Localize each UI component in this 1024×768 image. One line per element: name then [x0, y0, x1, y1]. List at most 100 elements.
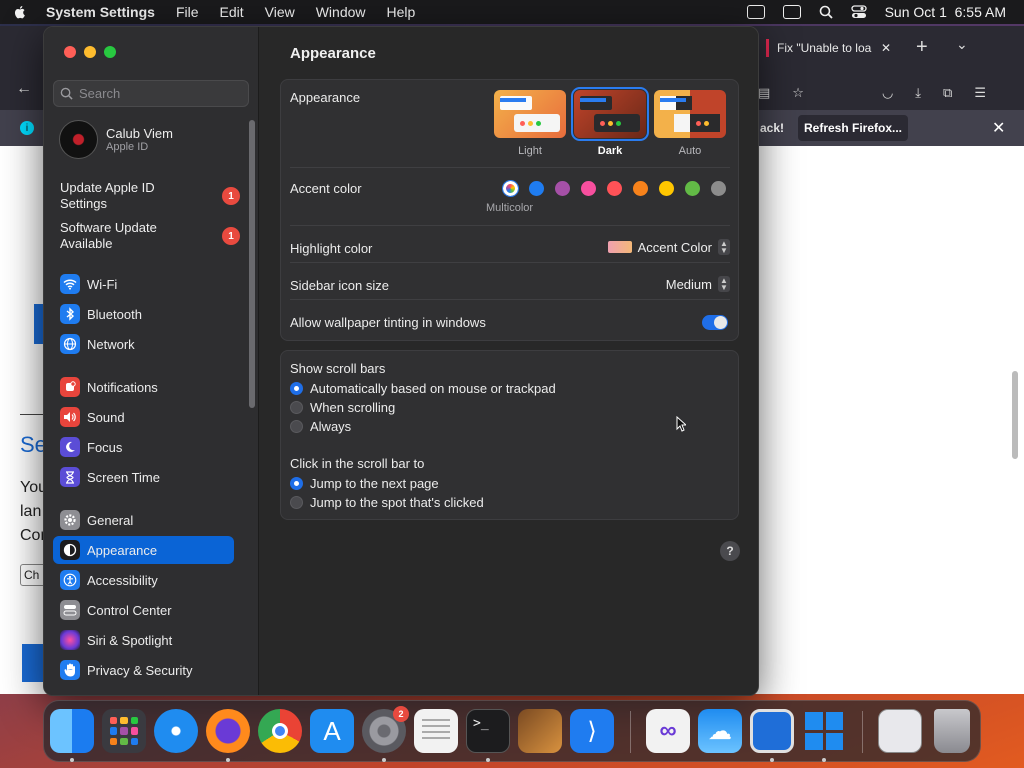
sidebar-search[interactable]	[53, 80, 249, 107]
hamburger-menu-icon[interactable]: ☰	[974, 85, 986, 101]
accent-pink[interactable]	[581, 181, 596, 196]
new-tab-icon[interactable]: +	[916, 36, 928, 59]
refresh-firefox-button[interactable]: Refresh Firefox...	[798, 115, 908, 141]
accent-orange[interactable]	[633, 181, 648, 196]
accent-multicolor[interactable]	[502, 180, 519, 197]
app-store-icon[interactable]: A	[310, 709, 354, 753]
spotlight-search-icon[interactable]	[819, 5, 833, 19]
firefox-icon[interactable]	[206, 709, 250, 753]
sidebar-item-software-update[interactable]: Software Update Available 1	[60, 220, 240, 252]
accent-purple[interactable]	[555, 181, 570, 196]
radio-button[interactable]	[290, 382, 303, 395]
downloads-stack-icon[interactable]	[878, 709, 922, 753]
wallpaper-tinting-toggle[interactable]	[702, 315, 728, 330]
close-notice-icon[interactable]: ✕	[992, 118, 1005, 138]
sidebar-icon-size-popup[interactable]: Medium ▲ ▼	[666, 276, 730, 292]
theme-option-dark[interactable]: Dark	[571, 87, 649, 157]
scroll-bars-option-auto[interactable]: Automatically based on mouse or trackpad	[290, 381, 556, 396]
chrome-icon[interactable]	[258, 709, 302, 753]
theme-label-auto: Auto	[678, 145, 702, 157]
trash-icon[interactable]	[934, 709, 970, 753]
zoom-window-button[interactable]	[104, 46, 116, 58]
apple-menu-icon[interactable]	[12, 4, 28, 20]
close-window-button[interactable]	[64, 46, 76, 58]
sidebar-item-focus[interactable]: Focus	[53, 433, 234, 461]
tab-close-icon[interactable]: ✕	[881, 41, 891, 55]
sidebar-scrollbar[interactable]	[249, 120, 255, 408]
tab-list-chevron-icon[interactable]: ⌄	[956, 36, 968, 53]
accent-yellow[interactable]	[659, 181, 674, 196]
menu-bar: System Settings File Edit View Window He…	[0, 0, 1024, 24]
cloud-app-icon[interactable]: ☁	[698, 709, 742, 753]
firefox-tab[interactable]: Fix "Unable to loa ✕	[758, 34, 898, 62]
scroll-bars-option-always[interactable]: Always	[290, 419, 351, 434]
menu-window[interactable]: Window	[316, 4, 366, 20]
menu-view[interactable]: View	[265, 4, 295, 20]
click-scroll-option-spot[interactable]: Jump to the spot that's clicked	[290, 495, 484, 510]
finder-icon[interactable]	[50, 709, 94, 753]
back-arrow-icon[interactable]: ←	[16, 80, 32, 98]
accent-blue[interactable]	[529, 181, 544, 196]
downloads-icon[interactable]: ⤓	[915, 85, 921, 101]
minimize-window-button[interactable]	[84, 46, 96, 58]
menu-file[interactable]: File	[176, 4, 199, 20]
control-center-menu-icon[interactable]	[850, 5, 867, 19]
sidebar-item-notifications[interactable]: Notifications	[53, 373, 234, 401]
sidebar-item-accessibility[interactable]: Accessibility	[53, 566, 234, 594]
divider	[290, 167, 730, 168]
radio-button[interactable]	[290, 477, 303, 490]
click-scroll-option-next-page[interactable]: Jump to the next page	[290, 476, 439, 491]
software-update-label: Software Update Available	[60, 220, 157, 251]
sidebar-item-network[interactable]: Network	[53, 330, 234, 358]
firefox-toolbar-icons: ▤ ☆ ◡ ⤓ ⧉ ☰	[758, 78, 1024, 108]
help-button[interactable]: ?	[720, 541, 740, 561]
launchpad-icon[interactable]	[102, 709, 146, 753]
pocket-icon[interactable]: ◡	[882, 85, 893, 101]
reader-view-icon[interactable]: ▤	[758, 85, 770, 101]
sidebar-item-privacy-security[interactable]: Privacy & Security	[53, 656, 234, 684]
extensions-icon[interactable]: ⧉	[943, 85, 952, 101]
theme-option-light[interactable]: Light	[494, 90, 566, 157]
windows-app-icon[interactable]	[802, 709, 846, 753]
apple-id-profile[interactable]: Calub Viem Apple ID	[59, 120, 173, 159]
radio-button[interactable]	[290, 496, 303, 509]
accent-green[interactable]	[685, 181, 700, 196]
sidebar-item-control-center[interactable]: Control Center	[53, 596, 234, 624]
sidebar-icon-size-label: Sidebar icon size	[290, 278, 389, 293]
garageband-icon[interactable]	[518, 709, 562, 753]
accent-graphite[interactable]	[711, 181, 726, 196]
control-center-icon	[60, 600, 80, 620]
safari-icon[interactable]	[154, 709, 198, 753]
sidebar-item-update-apple-id[interactable]: Update Apple ID Settings 1	[60, 180, 240, 212]
accent-red[interactable]	[607, 181, 622, 196]
sidebar-item-sound[interactable]: Sound	[53, 403, 234, 431]
sidebar-item-appearance[interactable]: Appearance	[53, 536, 234, 564]
radio-button[interactable]	[290, 401, 303, 414]
terminal-icon[interactable]: >_	[466, 709, 510, 753]
vscode-icon[interactable]: ⟩	[570, 709, 614, 753]
sidebar-item-siri-spotlight[interactable]: Siri & Spotlight	[53, 626, 234, 654]
highlight-color-popup[interactable]: Accent Color ▲ ▼	[607, 239, 730, 255]
firefox-scrollbar[interactable]	[1012, 371, 1018, 459]
scroll-bars-option-scrolling[interactable]: When scrolling	[290, 400, 395, 415]
sidebar-item-label: Control Center	[87, 602, 172, 618]
textedit-icon[interactable]	[414, 709, 458, 753]
sidebar-item-screen-time[interactable]: Screen Time	[53, 463, 234, 491]
menu-app-name[interactable]: System Settings	[46, 4, 155, 20]
settings-sidebar: Calub Viem Apple ID Update Apple ID Sett…	[44, 27, 259, 695]
visual-studio-icon[interactable]: ∞	[646, 709, 690, 753]
menu-help[interactable]: Help	[387, 4, 416, 20]
screen-mirroring-icon[interactable]	[746, 5, 765, 19]
menu-clock[interactable]: Sun Oct 1 6:55 AM	[885, 4, 1006, 20]
sidebar-item-bluetooth[interactable]: Bluetooth	[53, 300, 234, 328]
sidebar-item-general[interactable]: General	[53, 506, 234, 534]
page-blue-button[interactable]	[22, 644, 44, 682]
stage-manager-icon[interactable]	[782, 5, 801, 19]
sidebar-item-wifi[interactable]: Wi-Fi	[53, 270, 234, 298]
remote-desktop-icon[interactable]	[750, 709, 794, 753]
bookmark-star-icon[interactable]: ☆	[792, 85, 804, 101]
menu-edit[interactable]: Edit	[220, 4, 244, 20]
radio-button[interactable]	[290, 420, 303, 433]
search-input[interactable]	[79, 86, 239, 101]
theme-option-auto[interactable]: Auto	[654, 90, 726, 157]
